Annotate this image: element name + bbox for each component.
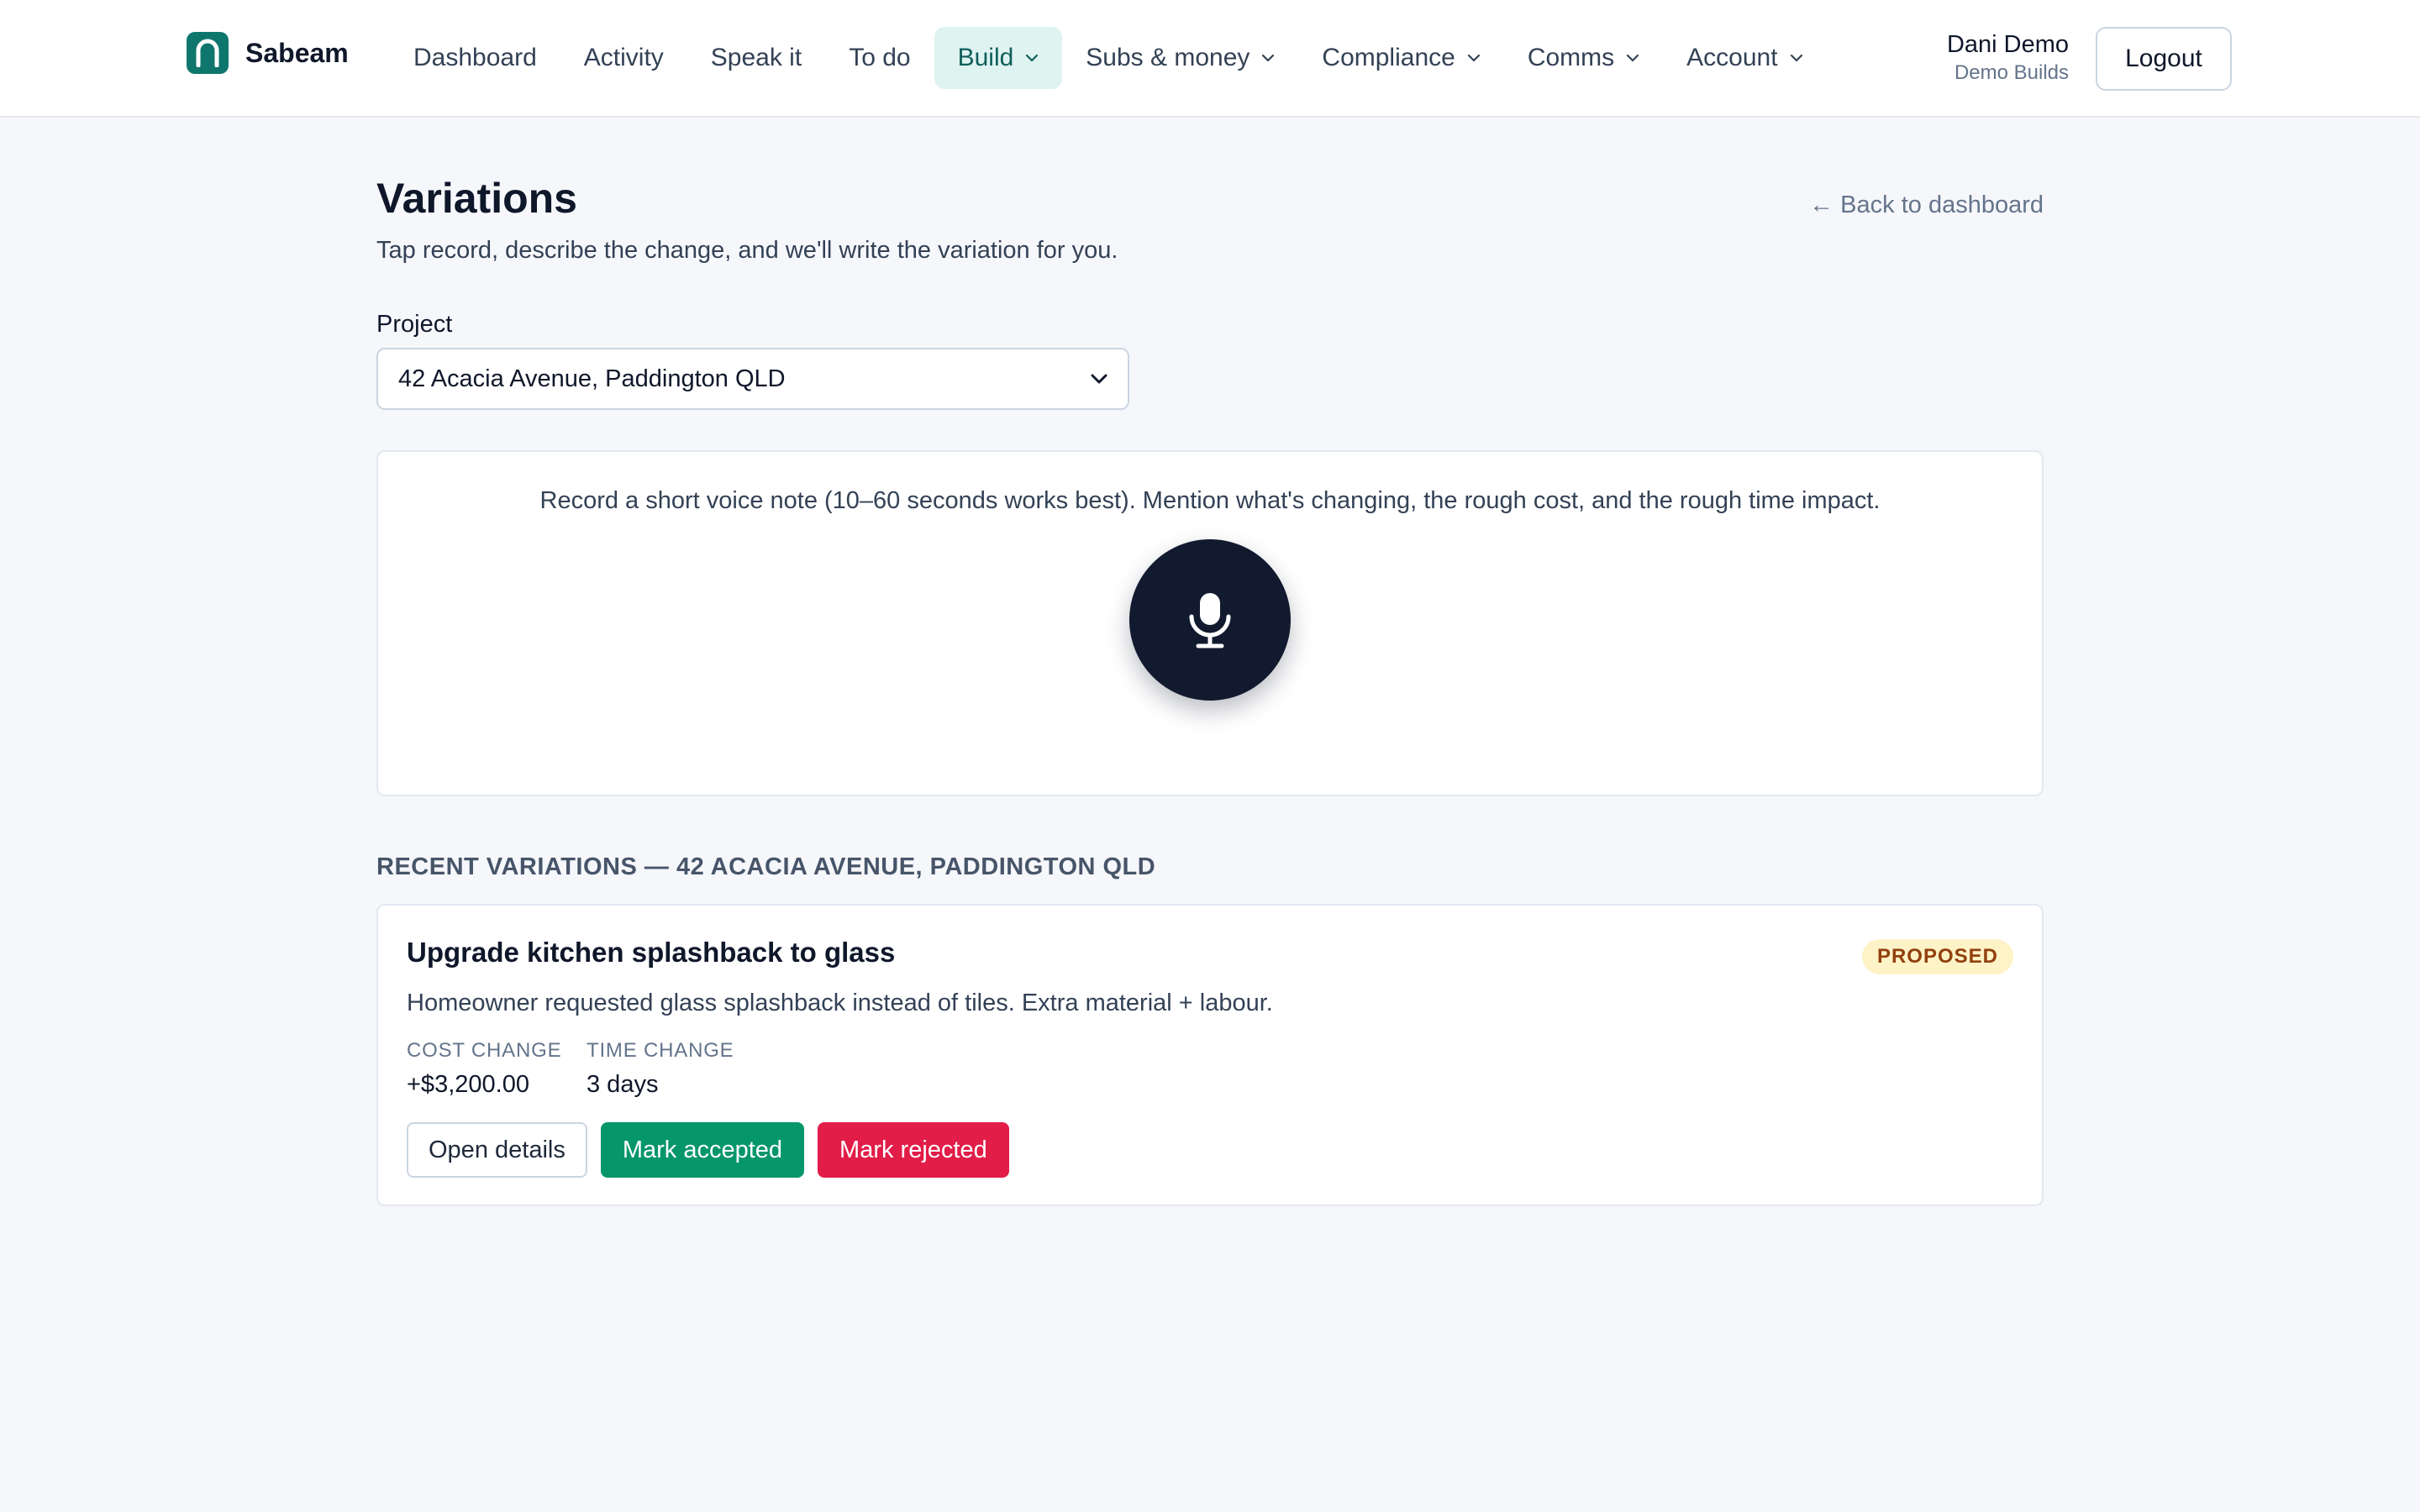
- chevron-down-icon: [1091, 374, 1107, 384]
- time-change-label: TIME CHANGE: [587, 1039, 734, 1062]
- mark-accepted-button[interactable]: Mark accepted: [600, 1122, 805, 1178]
- chevron-down-icon: [1467, 54, 1480, 62]
- nav-item-label: Speak it: [710, 44, 802, 71]
- variation-card: Upgrade kitchen splashback to glass PROP…: [376, 904, 2044, 1206]
- time-change-value: 3 days: [587, 1071, 659, 1098]
- record-button[interactable]: [1129, 539, 1291, 701]
- project-select-value: 42 Acacia Avenue, Paddington QLD: [398, 365, 786, 392]
- user-org: Demo Builds: [1954, 61, 2069, 84]
- nav-item-to-do[interactable]: To do: [825, 27, 934, 89]
- logout-button[interactable]: Logout: [2096, 27, 2232, 91]
- nav-item-label: Activity: [583, 44, 664, 71]
- arch-logo-icon: [187, 32, 229, 74]
- brand-name: Sabeam: [245, 37, 349, 68]
- variation-title: Upgrade kitchen splashback to glass: [407, 937, 896, 968]
- chevron-down-icon: [1790, 54, 1802, 62]
- variation-actions: Open details Mark accepted Mark rejected: [407, 1122, 1009, 1178]
- user-name: Dani Demo: [1946, 31, 2069, 58]
- nav-item-label: Dashboard: [413, 44, 537, 71]
- chevron-down-icon: [1026, 54, 1039, 62]
- microphone-icon: [1189, 593, 1231, 648]
- user-info: Dani Demo Demo Builds: [1947, 29, 2069, 86]
- recent-variations-heading: RECENT VARIATIONS — 42 ACACIA AVENUE, PA…: [376, 853, 1156, 880]
- nav-item-speak-it[interactable]: Speak it: [687, 27, 825, 89]
- top-navigation-bar: Sabeam Dashboard Activity Speak it To do…: [0, 0, 2420, 118]
- project-select[interactable]: 42 Acacia Avenue, Paddington QLD: [376, 348, 1129, 410]
- status-badge: PROPOSED: [1861, 939, 2013, 974]
- time-change-metric: TIME CHANGE 3 days: [587, 1037, 734, 1102]
- nav-item-label: Subs & money: [1086, 44, 1250, 71]
- open-details-button[interactable]: Open details: [407, 1122, 587, 1178]
- nav-item-comms[interactable]: Comms: [1504, 27, 1663, 89]
- nav-item-label: Compliance: [1322, 44, 1455, 71]
- nav-item-label: Account: [1686, 44, 1778, 71]
- chevron-down-icon: [1262, 54, 1275, 62]
- nav-item-dashboard[interactable]: Dashboard: [390, 27, 560, 89]
- nav-item-label: Build: [957, 44, 1014, 71]
- variation-description: Homeowner requested glass splashback ins…: [407, 990, 1273, 1016]
- nav-item-label: To do: [849, 44, 911, 71]
- nav-item-activity[interactable]: Activity: [560, 27, 687, 89]
- voice-recorder-card: Record a short voice note (10–60 seconds…: [376, 450, 2044, 796]
- nav-item-subs-money[interactable]: Subs & money: [1062, 27, 1298, 89]
- nav-item-compliance[interactable]: Compliance: [1298, 27, 1503, 89]
- page-title: Variations: [376, 175, 577, 222]
- nav-item-build[interactable]: Build: [934, 27, 1063, 89]
- recorder-hint: Record a short voice note (10–60 seconds…: [539, 487, 1881, 514]
- page-subtitle: Tap record, describe the change, and we'…: [376, 237, 1118, 264]
- cost-change-value: +$3,200.00: [407, 1071, 529, 1098]
- back-to-dashboard-link[interactable]: ← Back to dashboard: [1809, 188, 2044, 222]
- cost-change-label: COST CHANGE: [407, 1039, 562, 1062]
- project-label: Project: [376, 311, 453, 338]
- nav-item-account[interactable]: Account: [1663, 27, 1826, 89]
- chevron-down-icon: [1627, 54, 1639, 62]
- mark-rejected-button[interactable]: Mark rejected: [818, 1122, 1009, 1178]
- nav-item-label: Comms: [1527, 44, 1615, 71]
- main-nav: Dashboard Activity Speak it To do Build …: [390, 27, 1827, 89]
- brand-link[interactable]: Sabeam: [187, 32, 349, 74]
- cost-change-metric: COST CHANGE +$3,200.00: [407, 1037, 561, 1102]
